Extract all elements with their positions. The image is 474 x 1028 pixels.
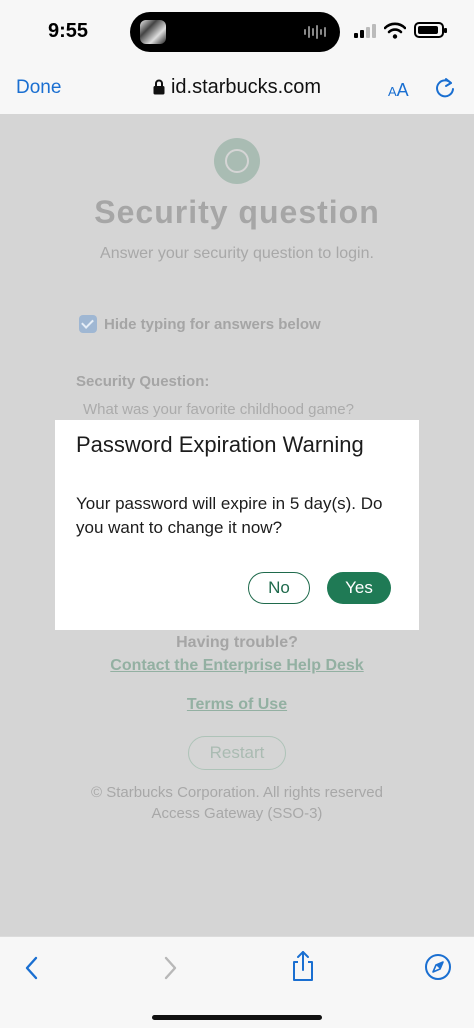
terms-of-use-link[interactable]: Terms of Use [0,696,474,714]
audio-waveform-icon [304,25,326,39]
hide-typing-label: Hide typing for answers below [104,316,321,333]
safari-compass-icon[interactable] [424,953,452,981]
status-bar: 9:55 [0,0,474,62]
lock-icon [153,79,165,95]
no-button[interactable]: No [248,572,310,604]
text-size-button[interactable]: AA [388,80,409,101]
help-desk-link[interactable]: Contact the Enterprise Help Desk [0,657,474,675]
password-expiration-dialog: Password Expiration Warning Your passwor… [55,420,419,630]
page-title: Security question [94,194,380,230]
starbucks-logo [214,138,260,184]
security-question-text: What was your favorite childhood game? [83,401,354,418]
cellular-signal-icon [354,24,376,38]
security-question-label: Security Question: [76,373,210,390]
restart-button[interactable]: Restart [188,736,286,770]
gateway-text: Access Gateway (SSO-3) [151,805,323,822]
home-indicator[interactable] [152,1015,322,1020]
hide-typing-checkbox[interactable] [79,315,97,333]
dialog-message: Your password will expire in 5 day(s). D… [76,494,383,537]
back-icon[interactable] [22,955,42,981]
status-time: 9:55 [48,20,89,42]
share-icon[interactable] [290,950,316,982]
now-playing-artwork [140,20,166,44]
browser-bottom-bar [0,936,474,1028]
copyright-text: © Starbucks Corporation. All rights rese… [90,784,383,801]
dynamic-island[interactable] [130,12,340,52]
forward-icon[interactable] [160,955,180,981]
having-trouble-text: Having trouble? [176,634,298,651]
yes-button[interactable]: Yes [327,572,391,604]
url-text: id.starbucks.com [170,76,322,98]
battery-icon [414,22,447,38]
dialog-title: Password Expiration Warning [76,432,364,457]
browser-toolbar: Done id.starbucks.com AA [0,62,474,114]
page-subtitle: Answer your security question to login. [100,245,374,262]
reload-icon[interactable] [434,76,456,100]
wifi-icon [384,22,406,39]
